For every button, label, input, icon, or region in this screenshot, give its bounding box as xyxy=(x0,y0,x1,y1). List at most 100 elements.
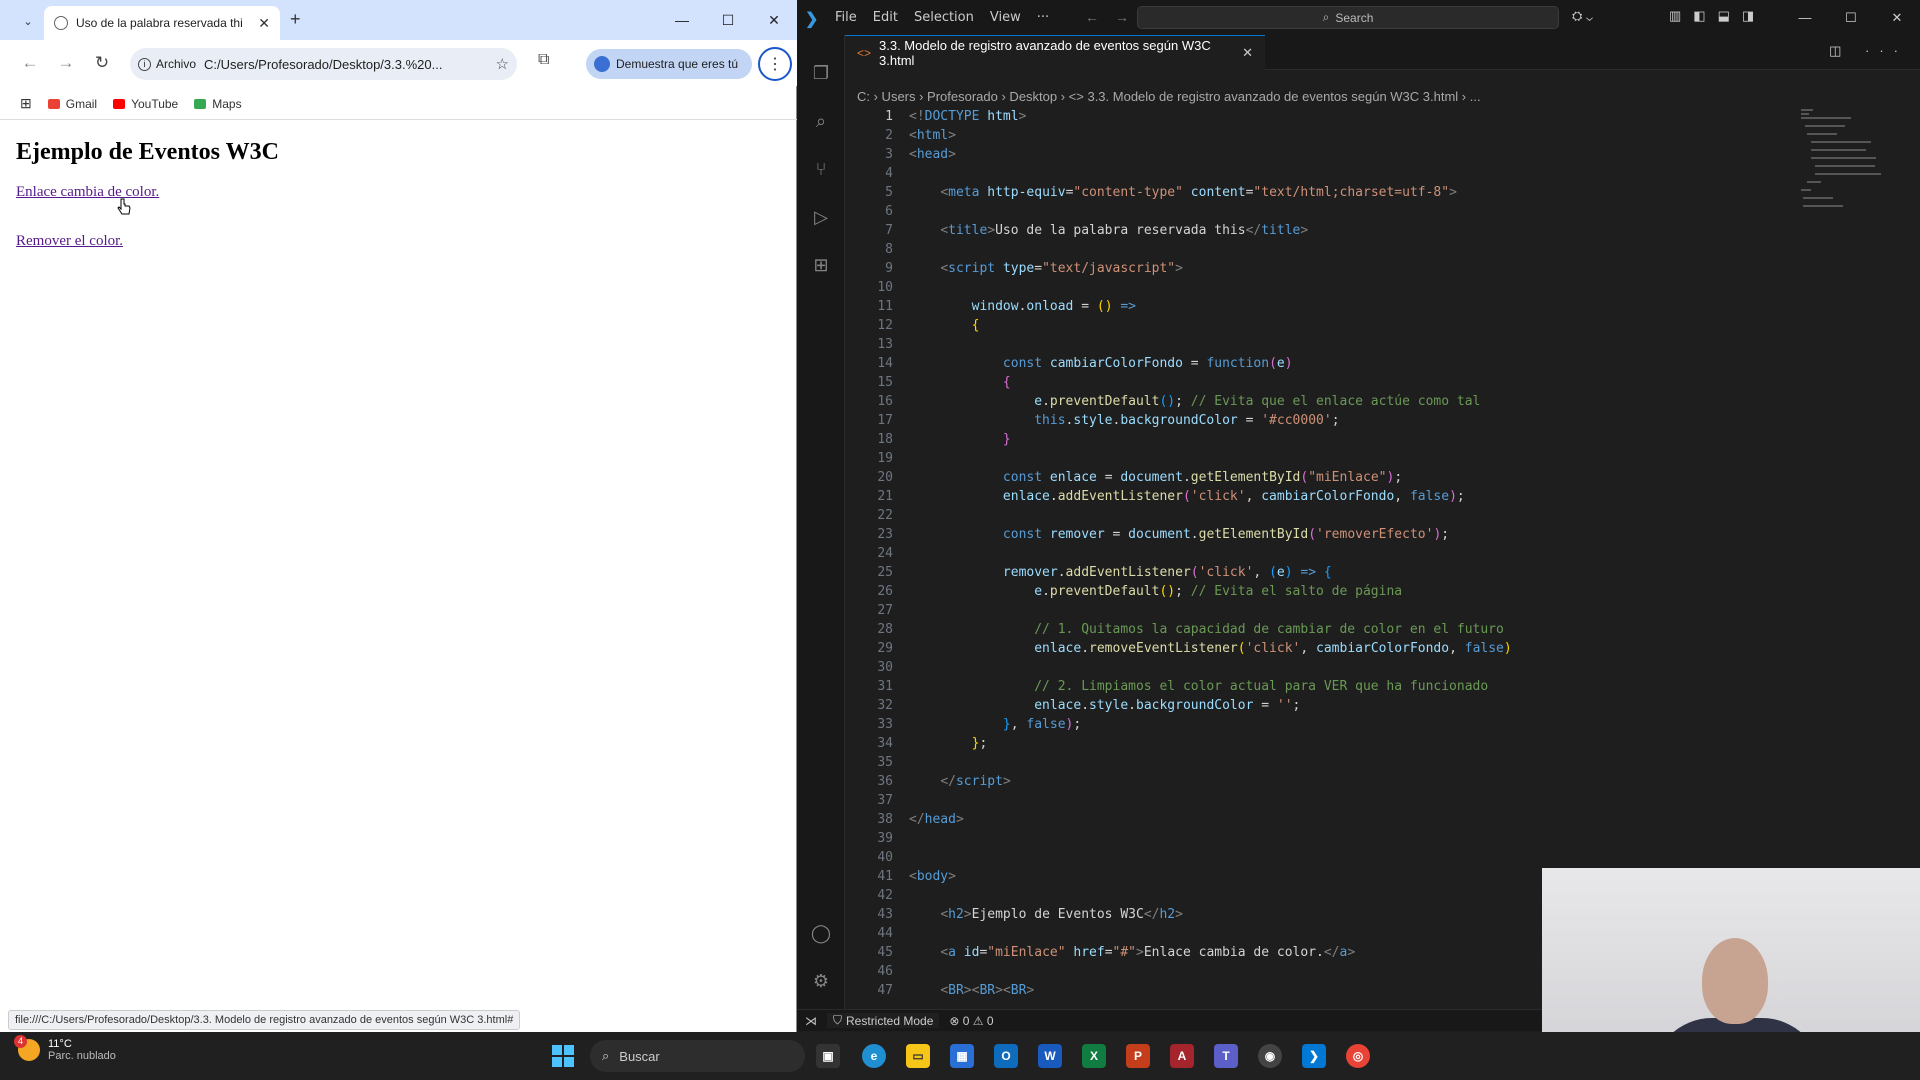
menu-kebab-icon[interactable]: ⋮ xyxy=(758,47,792,81)
nav-arrows-icon[interactable]: ←→ xyxy=(1085,9,1145,25)
edge-icon[interactable]: e xyxy=(862,1044,886,1068)
bookmark-label: Maps xyxy=(212,96,242,111)
toggle-secondary-sidebar-icon[interactable]: ◨ xyxy=(1742,8,1754,24)
browser-tab[interactable]: Uso de la palabra reservada thi ✕ xyxy=(44,6,280,40)
command-center-search[interactable]: ⌕ Search xyxy=(1137,6,1559,29)
taskbar-search-label: Buscar xyxy=(619,1048,660,1064)
taskbar-search[interactable]: ⌕ Buscar xyxy=(590,1040,805,1072)
reload-icon[interactable]: ↻ xyxy=(84,53,120,73)
menu-selection[interactable]: Selection xyxy=(914,10,974,25)
split-editor-icon[interactable]: ◫ ··· xyxy=(1829,43,1908,59)
problems-indicator[interactable]: ⊗ 0 ⚠ 0 xyxy=(949,1014,993,1028)
toggle-sidebar-icon[interactable]: ◧ xyxy=(1693,8,1705,24)
tab-search-chevron-icon[interactable]: ⌄ xyxy=(17,10,39,32)
temperature: 11°C xyxy=(48,1038,72,1050)
apps-grid-icon[interactable]: ⊞ xyxy=(20,95,32,112)
breadcrumb[interactable]: C: › Users › Profesorado › Desktop › <> … xyxy=(857,89,1481,104)
search-icon: ⌕ xyxy=(602,1048,610,1063)
info-icon: i xyxy=(138,57,151,71)
notification-badge: 4 xyxy=(14,1035,27,1048)
extensions-icon[interactable]: ⧉ xyxy=(538,51,549,69)
search-icon[interactable]: ⌕ xyxy=(809,111,833,135)
close-tab-icon[interactable]: ✕ xyxy=(1242,45,1253,61)
new-tab-button[interactable]: + xyxy=(290,9,301,30)
vscode-taskbar-icon[interactable]: ❯ xyxy=(1302,1044,1326,1068)
bookmark-star-icon[interactable]: ☆ xyxy=(496,55,509,73)
weather-widget[interactable]: 4 11°C Parc. nublado xyxy=(14,1035,116,1062)
close-icon[interactable]: ✕ xyxy=(1874,0,1920,35)
back-arrow-icon[interactable]: ← xyxy=(12,53,48,73)
weather-icon: 4 xyxy=(14,1035,40,1061)
vscode-logo-icon: ❯ xyxy=(805,10,819,28)
bookmark-youtube[interactable]: YouTube xyxy=(113,97,178,111)
minimize-icon[interactable]: — xyxy=(659,0,705,40)
errors-count: 0 xyxy=(962,1013,970,1028)
maximize-icon[interactable]: ☐ xyxy=(705,0,751,40)
maps-icon xyxy=(194,98,207,109)
search-label: Search xyxy=(1335,10,1374,25)
outlook-icon[interactable]: O xyxy=(994,1044,1018,1068)
profile-chip[interactable]: Demuestra que eres tú xyxy=(586,49,752,79)
bookmark-maps[interactable]: Maps xyxy=(194,96,242,111)
store-icon[interactable]: ▦ xyxy=(950,1044,974,1068)
bookmark-gmail[interactable]: Gmail xyxy=(47,96,98,111)
address-bar[interactable]: i Archivo C:/Users/Profesorado/Desktop/3.… xyxy=(130,48,517,80)
hand-cursor-icon xyxy=(117,198,131,215)
color-change-link[interactable]: Enlace cambia de color. xyxy=(16,184,159,201)
close-tab-icon[interactable]: ✕ xyxy=(258,15,270,32)
menu-file[interactable]: File xyxy=(835,10,857,25)
site-info-chip[interactable]: i Archivo xyxy=(138,57,196,71)
minimize-icon[interactable]: — xyxy=(1782,0,1828,35)
excel-icon[interactable]: X xyxy=(1082,1044,1106,1068)
teams-icon[interactable]: T xyxy=(1214,1044,1238,1068)
profile-label: Demuestra que eres tú xyxy=(616,57,739,71)
access-icon[interactable]: A xyxy=(1170,1044,1194,1068)
browser-window-controls: — ☐ ✕ xyxy=(659,0,797,40)
file-explorer-icon[interactable]: ▭ xyxy=(906,1044,930,1068)
accounts-icon[interactable]: ◯ xyxy=(809,923,833,947)
menu-edit[interactable]: Edit xyxy=(873,10,898,25)
avatar xyxy=(594,56,610,72)
menu-bar: File Edit Selection View ··· xyxy=(835,10,1049,25)
minimap[interactable] xyxy=(1797,107,1887,227)
chrome-icon[interactable]: ◎ xyxy=(1346,1044,1370,1068)
weather-condition: Parc. nublado xyxy=(48,1050,116,1062)
tab-title: Uso de la palabra reservada thi xyxy=(76,16,243,30)
layout-controls: ▥ ◧ ⬓ ◨ xyxy=(1669,8,1754,24)
bookmark-label: YouTube xyxy=(131,96,179,111)
extensions-icon[interactable]: ⊞ xyxy=(809,255,833,279)
remote-icon[interactable]: ⋊ xyxy=(805,1014,817,1028)
task-view-icon[interactable]: ▣ xyxy=(816,1044,840,1068)
editor-tabs: <> 3.3. Modelo de registro avanzado de e… xyxy=(845,35,1920,70)
bookmark-label: Gmail xyxy=(65,96,98,111)
layout-customize-icon[interactable]: ▥ xyxy=(1669,8,1681,24)
page-content: Ejemplo de Eventos W3C Enlace cambia de … xyxy=(0,121,797,268)
browser-window: ⌄ Uso de la palabra reservada thi ✕ + — … xyxy=(0,0,797,1032)
source-control-icon[interactable]: ⑂ xyxy=(809,159,833,183)
vscode-titlebar: ❯ File Edit Selection View ··· ←→ ⌕ Sear… xyxy=(797,0,1920,35)
explorer-icon[interactable]: ❐ xyxy=(809,63,833,87)
restricted-mode-label: Restricted Mode xyxy=(846,1013,934,1028)
maximize-icon[interactable]: ☐ xyxy=(1828,0,1874,35)
url-text[interactable]: C:/Users/Profesorado/Desktop/3.3.%20... xyxy=(204,57,488,72)
powerpoint-icon[interactable]: P xyxy=(1126,1044,1150,1068)
copilot-icon[interactable]: ⛭ ⌄ xyxy=(1572,8,1593,24)
windows-start-icon[interactable] xyxy=(552,1045,574,1067)
davinci-icon[interactable]: ◉ xyxy=(1258,1044,1282,1068)
youtube-icon xyxy=(113,98,126,109)
run-debug-icon[interactable]: ▷ xyxy=(809,207,833,231)
word-icon[interactable]: W xyxy=(1038,1044,1062,1068)
remove-color-link[interactable]: Remover el color. xyxy=(16,233,123,250)
bookmarks-bar: ⊞ Gmail YouTube Maps xyxy=(0,88,797,120)
menu-view[interactable]: View xyxy=(990,10,1021,25)
editor-tab[interactable]: <> 3.3. Modelo de registro avanzado de e… xyxy=(845,35,1265,70)
globe-icon xyxy=(54,16,68,30)
restricted-mode-badge[interactable]: ⛉ Restricted Mode xyxy=(827,1013,940,1028)
forward-arrow-icon[interactable]: → xyxy=(48,53,84,73)
menu-more[interactable]: ··· xyxy=(1037,10,1049,25)
gear-icon[interactable]: ⚙ xyxy=(809,971,833,995)
link-status-bar: file:///C:/Users/Profesorado/Desktop/3.3… xyxy=(8,1010,521,1030)
vscode-window-controls: — ☐ ✕ xyxy=(1782,0,1920,35)
close-icon[interactable]: ✕ xyxy=(751,0,797,40)
toggle-panel-icon[interactable]: ⬓ xyxy=(1718,8,1730,24)
